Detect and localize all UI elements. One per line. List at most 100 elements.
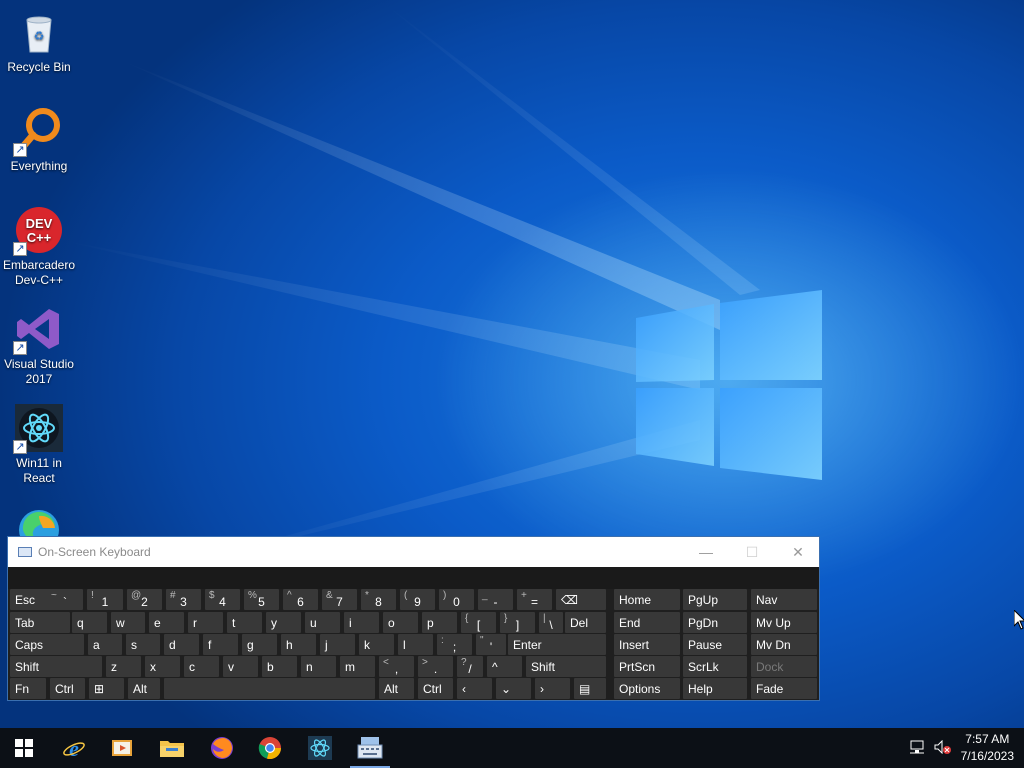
network-icon[interactable] <box>910 740 926 757</box>
osk-key[interactable]: ▤ <box>574 678 606 699</box>
osk-key[interactable]: p <box>422 612 457 633</box>
osk-key[interactable]: h <box>281 634 316 655</box>
taskbar-on-screen-keyboard[interactable] <box>346 728 394 768</box>
desktop-icon-devcpp[interactable]: DEV C++ ↗ Embarcadero Dev-C++ <box>0 200 78 288</box>
osk-key[interactable]: #3 <box>166 589 201 610</box>
osk-key[interactable]: Tab <box>10 612 70 633</box>
osk-key[interactable]: Shift <box>526 656 606 677</box>
osk-key[interactable]: }] <box>500 612 535 633</box>
osk-key[interactable]: w <box>111 612 145 633</box>
osk-key[interactable]: Alt <box>379 678 414 699</box>
osk-key[interactable]: ) 0 <box>439 589 474 610</box>
osk-key[interactable]: j <box>320 634 355 655</box>
osk-key[interactable] <box>164 678 375 699</box>
osk-key[interactable]: Enter <box>508 634 606 655</box>
osk-key[interactable]: › <box>535 678 570 699</box>
osk-key[interactable]: x <box>145 656 180 677</box>
osk-key[interactable]: <, <box>379 656 414 677</box>
taskbar-media-player[interactable] <box>98 728 146 768</box>
osk-key[interactable]: b <box>262 656 297 677</box>
osk-key[interactable]: | \ <box>539 612 563 633</box>
osk-key[interactable]: s <box>126 634 160 655</box>
osk-nav-key[interactable]: Home <box>614 589 680 610</box>
osk-key[interactable]: @2 <box>127 589 162 610</box>
osk-key[interactable]: Ctrl <box>50 678 85 699</box>
osk-key[interactable]: ⊞ <box>89 678 124 699</box>
osk-key[interactable]: $4 <box>205 589 240 610</box>
osk-key[interactable]: ^ <box>487 656 522 677</box>
osk-key[interactable]: % 5 <box>244 589 279 610</box>
desktop-icon-visual-studio[interactable]: ↗ Visual Studio 2017 <box>0 299 78 387</box>
osk-key[interactable]: l <box>398 634 433 655</box>
osk-key[interactable]: >. <box>418 656 453 677</box>
osk-key[interactable]: e <box>149 612 184 633</box>
osk-key[interactable]: c <box>184 656 219 677</box>
osk-key[interactable]: r <box>188 612 223 633</box>
osk-nav-key[interactable]: Pause <box>683 634 747 655</box>
osk-nav-key[interactable]: Mv Up <box>751 612 817 633</box>
osk-key[interactable]: z <box>106 656 141 677</box>
osk-key[interactable]: f <box>203 634 238 655</box>
osk-key[interactable]: ! 1 <box>87 589 123 610</box>
clock[interactable]: 7:57 AM 7/16/2023 <box>961 731 1014 765</box>
osk-key[interactable]: m <box>340 656 375 677</box>
osk-nav-key[interactable]: Insert <box>614 634 680 655</box>
taskbar-firefox[interactable] <box>198 728 246 768</box>
osk-key[interactable]: ⌫ <box>556 589 606 610</box>
osk-key[interactable]: a <box>88 634 122 655</box>
osk-nav-key[interactable]: PrtScn <box>614 656 680 677</box>
minimize-button[interactable]: — <box>683 537 729 567</box>
osk-nav-key[interactable]: Nav <box>751 589 817 610</box>
osk-key[interactable]: ^ 6 <box>283 589 318 610</box>
osk-title-bar[interactable]: On-Screen Keyboard — ☐ ✕ <box>8 537 819 567</box>
taskbar-chrome[interactable] <box>246 728 294 768</box>
osk-key[interactable]: v <box>223 656 258 677</box>
desktop-icon-recycle-bin[interactable]: ♻ Recycle Bin <box>0 2 78 75</box>
osk-nav-key[interactable]: PgUp <box>683 589 747 610</box>
osk-key[interactable]: ~ ` <box>47 589 83 610</box>
osk-nav-key[interactable]: Fade <box>751 678 817 699</box>
osk-key[interactable]: Ctrl <box>418 678 453 699</box>
osk-key[interactable]: Fn <box>10 678 46 699</box>
osk-nav-key[interactable]: ScrLk <box>683 656 747 677</box>
osk-key[interactable]: ⌄ <box>496 678 531 699</box>
osk-nav-key[interactable]: Mv Dn <box>751 634 817 655</box>
maximize-button[interactable]: ☐ <box>729 537 775 567</box>
osk-key[interactable]: Alt <box>128 678 160 699</box>
osk-key[interactable]: :; <box>437 634 472 655</box>
osk-nav-key[interactable]: Help <box>683 678 747 699</box>
osk-key[interactable]: " ' <box>476 634 506 655</box>
osk-key[interactable]: Del <box>565 612 606 633</box>
osk-key[interactable]: n <box>301 656 336 677</box>
osk-key[interactable]: _ - <box>478 589 513 610</box>
osk-key[interactable]: d <box>164 634 199 655</box>
taskbar-win11-react[interactable] <box>296 728 344 768</box>
osk-key[interactable]: ‹ <box>457 678 492 699</box>
osk-nav-key[interactable]: PgDn <box>683 612 747 633</box>
volume-muted-icon[interactable] <box>934 739 952 757</box>
desktop-icon-win11-react[interactable]: ↗ Win11 in React <box>0 398 78 486</box>
osk-key[interactable]: y <box>266 612 301 633</box>
osk-key[interactable]: u <box>305 612 340 633</box>
close-button[interactable]: ✕ <box>775 537 821 567</box>
taskbar-internet-explorer[interactable]: e <box>50 728 98 768</box>
osk-key[interactable]: t <box>227 612 262 633</box>
taskbar-file-explorer[interactable] <box>148 728 196 768</box>
osk-key[interactable]: & 7 <box>322 589 357 610</box>
osk-key[interactable]: g <box>242 634 277 655</box>
osk-key[interactable]: Caps <box>10 634 84 655</box>
osk-key[interactable]: + = <box>517 589 552 610</box>
on-screen-keyboard-window[interactable]: On-Screen Keyboard — ☐ ✕ Esc ~ `! 1 @2 #3 $4% 5… <box>7 536 820 701</box>
desktop-icon-everything[interactable]: ↗ Everything <box>0 101 78 174</box>
osk-key[interactable]: * 8 <box>361 589 396 610</box>
start-button[interactable] <box>0 728 48 768</box>
osk-key[interactable]: k <box>359 634 394 655</box>
osk-nav-key[interactable]: Options <box>614 678 680 699</box>
osk-key[interactable]: q <box>72 612 107 633</box>
osk-nav-key[interactable]: End <box>614 612 680 633</box>
osk-key[interactable]: {[ <box>461 612 496 633</box>
osk-key[interactable]: ? / <box>457 656 483 677</box>
osk-key[interactable]: i <box>344 612 379 633</box>
osk-key[interactable]: (9 <box>400 589 435 610</box>
osk-key[interactable]: Shift <box>10 656 102 677</box>
